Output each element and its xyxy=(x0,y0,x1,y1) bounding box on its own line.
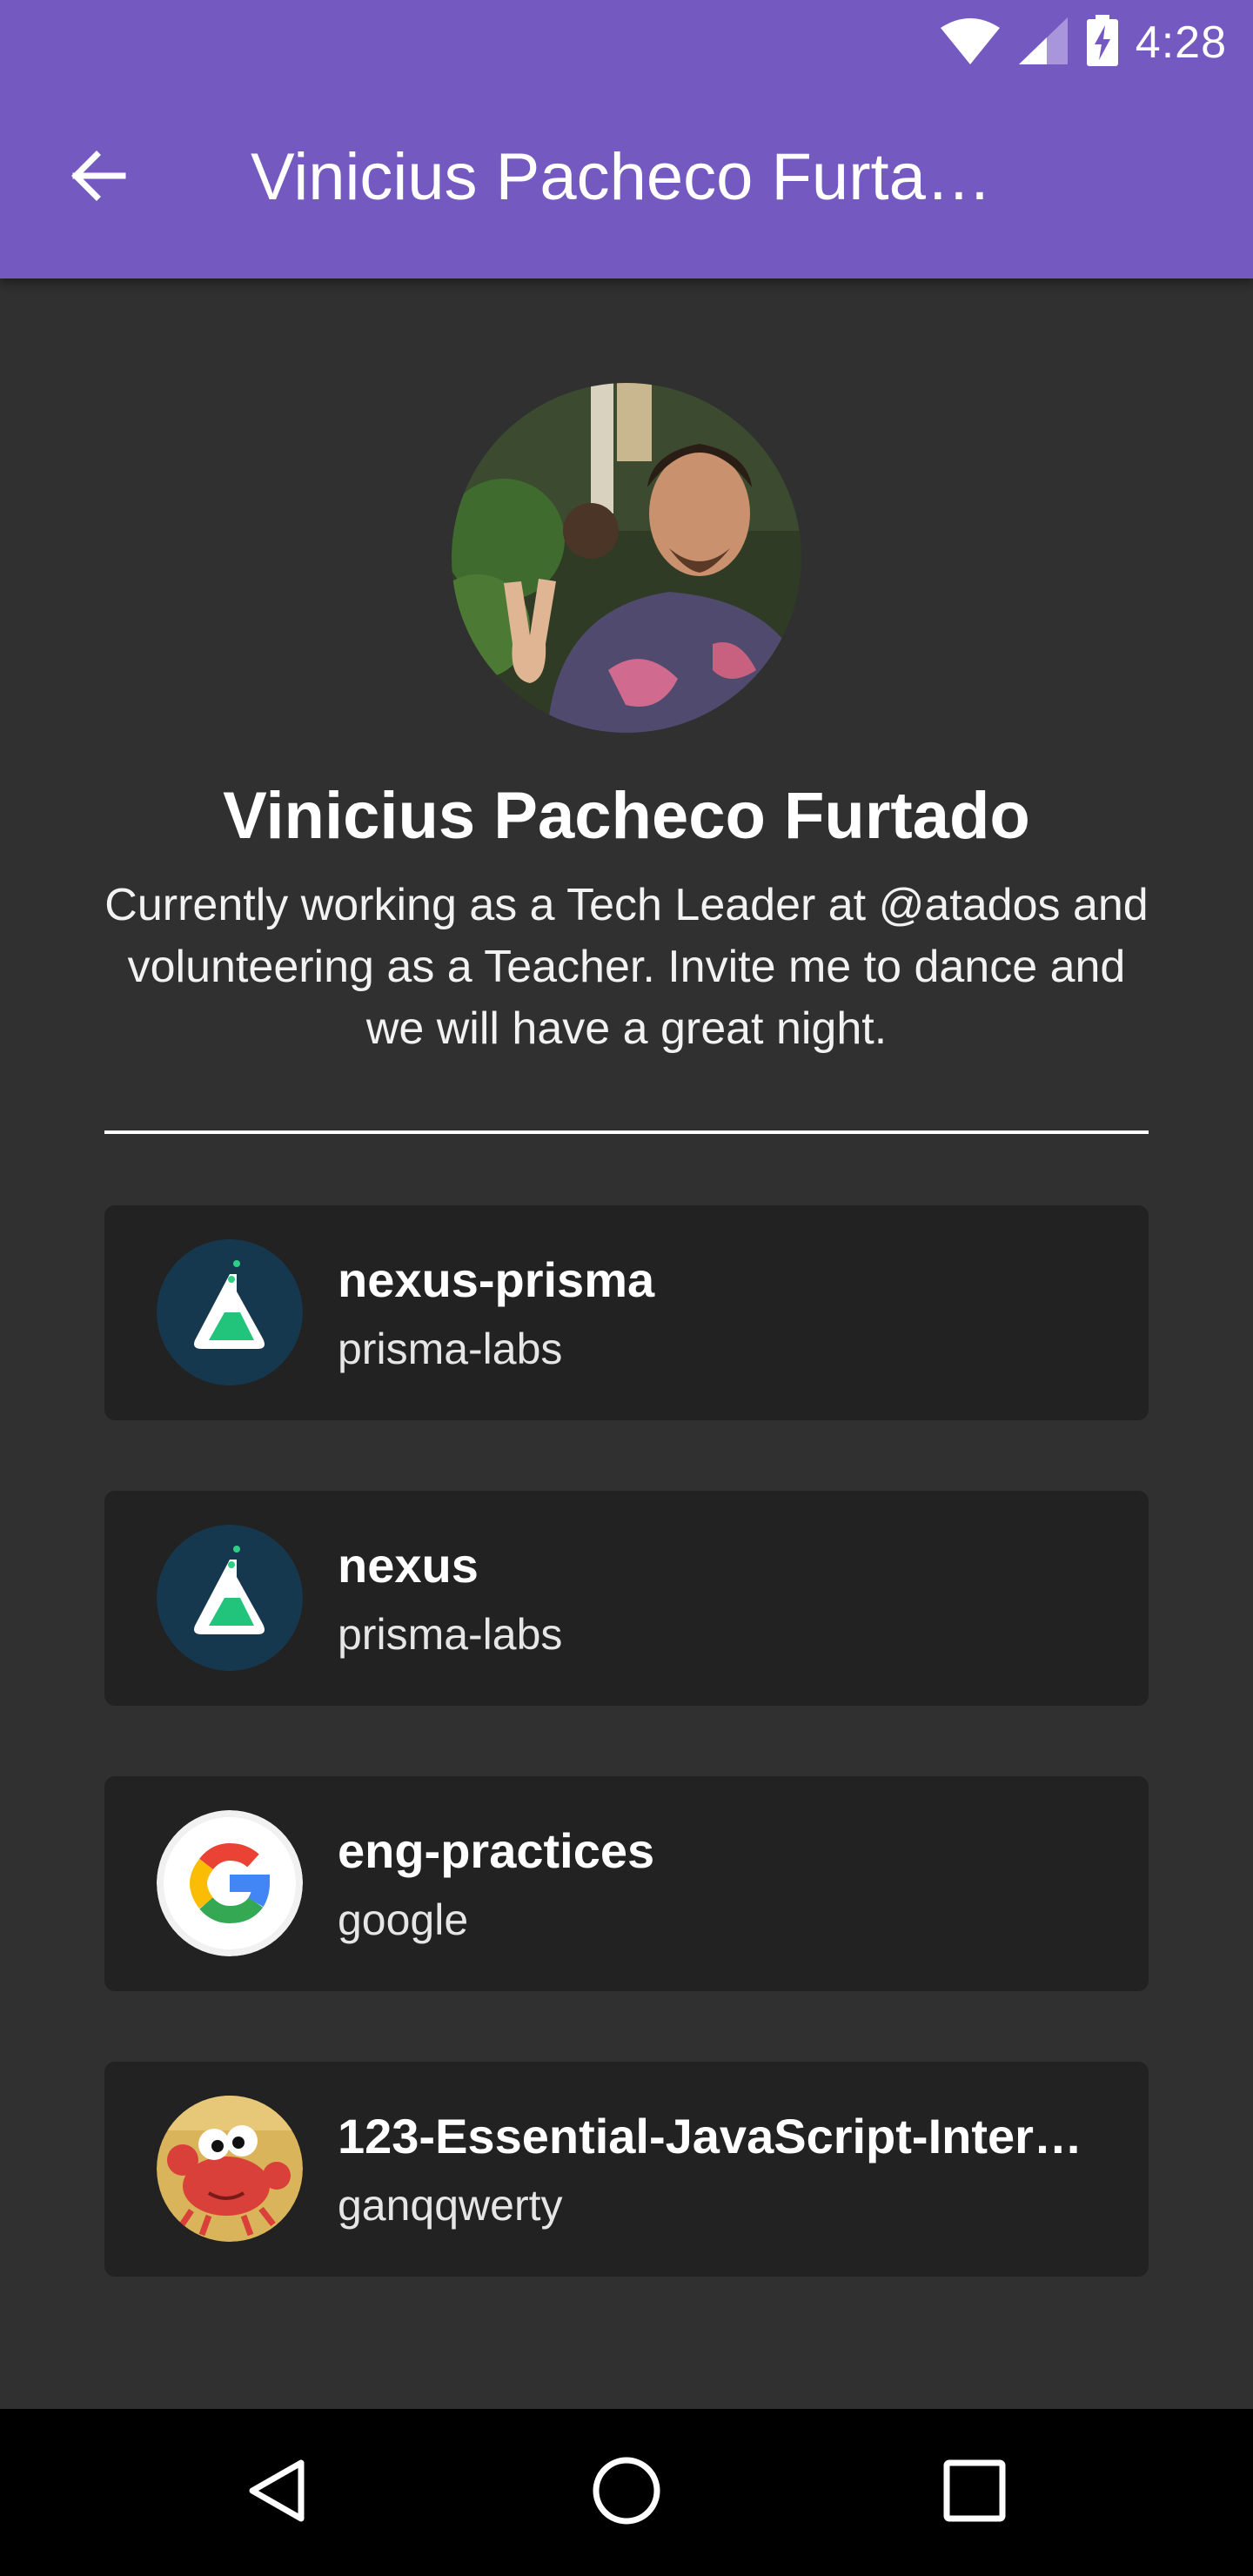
repo-list: nexus-prisma prisma-labs nexus prisma-la… xyxy=(104,1205,1149,2347)
profile-name: Vinicius Pacheco Furtado xyxy=(223,779,1030,853)
home-circle-icon xyxy=(590,2454,663,2532)
nav-home-button[interactable] xyxy=(574,2440,679,2545)
top-bar: 4:28 Vinicius Pacheco Furta… xyxy=(0,0,1253,278)
repo-name: eng-practices xyxy=(338,1823,655,1878)
status-icons: 4:28 xyxy=(939,12,1227,73)
repo-name: nexus-prisma xyxy=(338,1252,655,1307)
repo-name: nexus xyxy=(338,1538,479,1593)
prisma-labs-logo-icon xyxy=(157,1239,303,1385)
arrow-back-icon xyxy=(67,145,128,211)
profile-avatar xyxy=(452,383,801,733)
app-bar: Vinicius Pacheco Furta… xyxy=(0,84,1253,278)
back-button[interactable] xyxy=(49,129,146,226)
battery-charging-icon xyxy=(1085,14,1120,71)
repo-card[interactable]: nexus-prisma prisma-labs xyxy=(104,1205,1149,1420)
repo-owner: google xyxy=(338,1895,469,1944)
repo-owner: prisma-labs xyxy=(338,1325,563,1373)
status-bar: 4:28 xyxy=(0,0,1253,84)
nav-recents-button[interactable] xyxy=(922,2440,1027,2545)
back-triangle-icon xyxy=(244,2456,313,2530)
prisma-labs-logo-icon xyxy=(157,1525,303,1671)
navigation-bar xyxy=(0,2409,1253,2576)
crab-avatar-icon xyxy=(157,2096,303,2242)
repo-card[interactable]: eng-practices google xyxy=(104,1776,1149,1991)
profile-bio: Currently working as a Tech Leader at @a… xyxy=(104,880,1149,1054)
cell-signal-icon xyxy=(1017,16,1069,70)
repo-name: 123-Essential-JavaScript-Inter… xyxy=(338,2109,1082,2163)
google-logo-icon xyxy=(157,1810,303,1956)
wifi-icon xyxy=(939,16,1002,70)
repo-owner: prisma-labs xyxy=(338,1610,563,1659)
nav-back-button[interactable] xyxy=(226,2440,331,2545)
repo-card[interactable]: 123-Essential-JavaScript-Inter… ganqqwer… xyxy=(104,2062,1149,2277)
repo-owner: ganqqwerty xyxy=(338,2181,563,2230)
page-title: Vinicius Pacheco Furta… xyxy=(251,140,992,214)
recents-square-icon xyxy=(941,2458,1008,2528)
status-time: 4:28 xyxy=(1135,17,1227,68)
divider xyxy=(104,1130,1149,1134)
repo-card[interactable]: nexus prisma-labs xyxy=(104,1491,1149,1706)
